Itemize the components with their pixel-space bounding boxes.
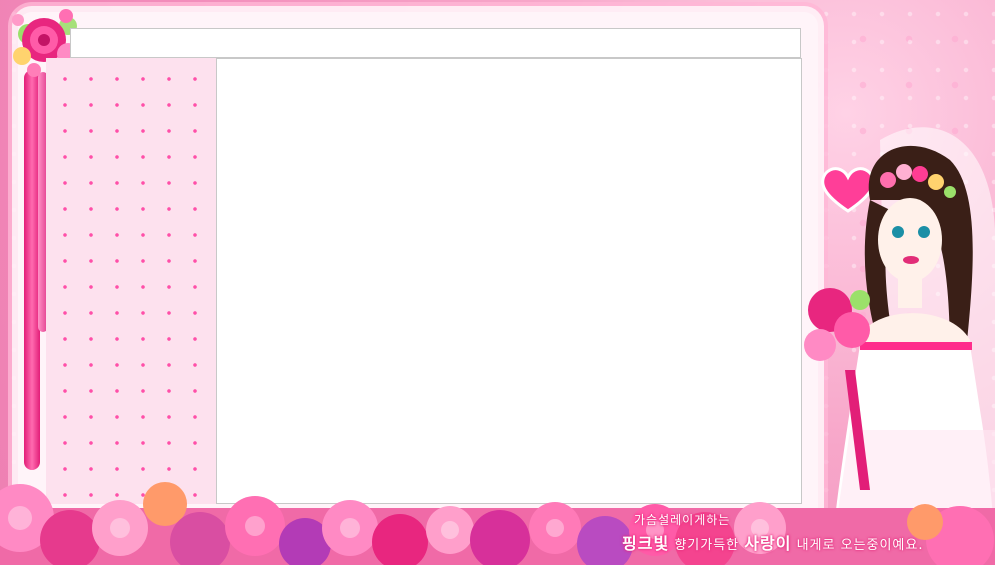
caption-text-coming: 내게로 오는중이예요. [796,538,924,553]
caption-highlight-pink: 핑크빛 [622,534,670,553]
caption-highlight-love: 사랑이 [744,534,792,553]
caption-line-1: 가슴설레이게하는 [634,513,731,527]
caption-text-fragrance: 향기가득한 [674,538,740,553]
top-bar [70,28,801,58]
left-sidebar-panel [46,58,216,504]
caption-line-2: 핑크빛 향기가득한 사랑이 내게로 오는중이예요. [622,530,923,554]
main-content-area [216,58,802,504]
